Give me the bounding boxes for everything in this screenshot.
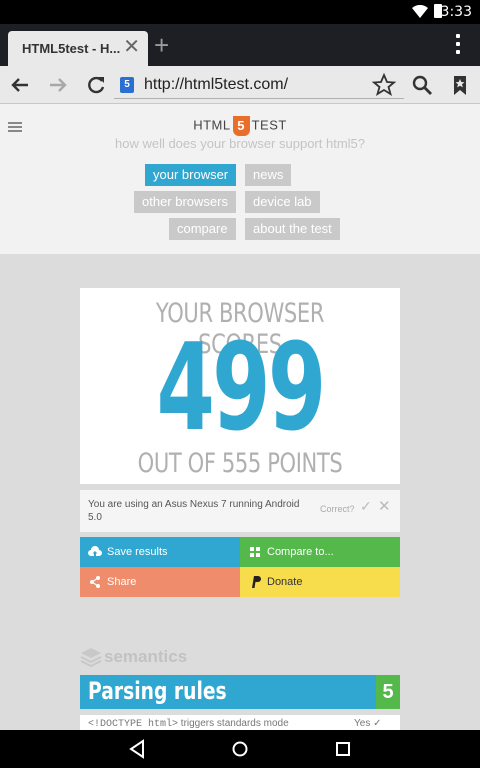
test-row-desc: triggers standards mode (178, 718, 289, 729)
logo-left: HTML (193, 117, 231, 133)
new-tab-icon[interactable]: + (154, 32, 169, 58)
save-results-button[interactable]: Save results (80, 537, 240, 567)
bookmarks-icon[interactable] (446, 71, 474, 99)
nav-back-icon[interactable] (128, 739, 146, 759)
reload-icon[interactable] (82, 71, 110, 99)
nav-compare[interactable]: compare (169, 218, 236, 240)
layers-icon (80, 648, 102, 667)
score-card: YOUR BROWSER SCORES 499 OUT OF 555 POINT… (80, 288, 400, 484)
html5-shield-icon: 5 (232, 116, 250, 136)
url-text: http://html5test.com/ (144, 76, 289, 93)
section-name: semantics (104, 647, 188, 666)
site-header: HTML 5 TEST how well does your browser sup… (0, 104, 480, 254)
nav-home-icon[interactable] (230, 739, 250, 759)
tab-strip: HTML5test - H... ✕ + (0, 24, 480, 66)
forward-arrow-icon[interactable] (44, 71, 72, 99)
bookmark-star-icon[interactable] (370, 71, 398, 99)
overflow-menu-icon[interactable] (456, 34, 460, 58)
cloud-upload-icon (88, 546, 102, 556)
share-button[interactable]: Share (80, 567, 240, 597)
site-logo[interactable]: HTML 5 TEST (0, 116, 480, 136)
reject-x-icon[interactable]: ✕ (378, 497, 391, 515)
nav-about[interactable]: about the test (245, 218, 340, 240)
donate-label: Donate (267, 576, 303, 588)
share-icon (90, 576, 100, 588)
score-value: 499 (156, 319, 327, 458)
nav-news[interactable]: news (245, 164, 292, 186)
confirm-check-icon[interactable]: ✓ (360, 498, 372, 515)
parsing-rules-header[interactable]: Parsing rules (80, 675, 376, 709)
site-favicon-icon: 5 (120, 77, 134, 93)
device-info: You are using an Asus Nexus 7 running An… (80, 490, 400, 532)
parsing-rules-score: 5 (376, 675, 400, 709)
nav-device-lab[interactable]: device lab (245, 191, 320, 213)
paypal-icon (252, 576, 261, 588)
status-bar: 3:33 (0, 0, 480, 24)
test-row-text: <!DOCTYPE html> triggers standards mode (88, 718, 289, 730)
browser-toolbar: 5 http://html5test.com/ (0, 66, 480, 104)
test-row-result: Yes ✓ (354, 718, 382, 729)
nav-other-browsers[interactable]: other browsers (134, 191, 236, 213)
back-arrow-icon[interactable] (6, 71, 34, 99)
compare-to-button[interactable]: Compare to... (240, 537, 400, 567)
parsing-rules-title: Parsing rules (88, 677, 227, 705)
score-footer: OUT OF 555 POINTS (137, 448, 343, 479)
tagline: how well does your browser support html5… (114, 136, 365, 151)
url-bar[interactable]: 5 http://html5test.com/ (114, 71, 404, 99)
close-tab-icon[interactable]: ✕ (123, 37, 140, 57)
status-time: 3:33 (440, 4, 472, 20)
share-label: Share (107, 576, 137, 588)
device-text: You are using an Asus Nexus 7 running An… (88, 499, 300, 523)
grid-icon (250, 547, 260, 557)
browser-tab[interactable]: HTML5test - H... ✕ (8, 31, 148, 66)
save-results-label: Save results (107, 546, 168, 558)
system-nav-bar (0, 730, 480, 768)
compare-to-label: Compare to... (267, 546, 334, 558)
correct-label: Correct? (320, 504, 355, 514)
test-row: <!DOCTYPE html> triggers standards mode … (80, 715, 400, 730)
nav-recents-icon[interactable] (334, 739, 352, 759)
donate-button[interactable]: Donate (240, 567, 400, 597)
test-row-result-text: Yes (354, 718, 371, 729)
search-icon[interactable] (408, 71, 436, 99)
nav-your-browser[interactable]: your browser (145, 164, 237, 186)
logo-right: TEST (251, 117, 287, 133)
test-row-code: <!DOCTYPE html> (88, 719, 179, 730)
wifi-icon (412, 5, 428, 18)
tab-title: HTML5test - H... (22, 41, 121, 56)
